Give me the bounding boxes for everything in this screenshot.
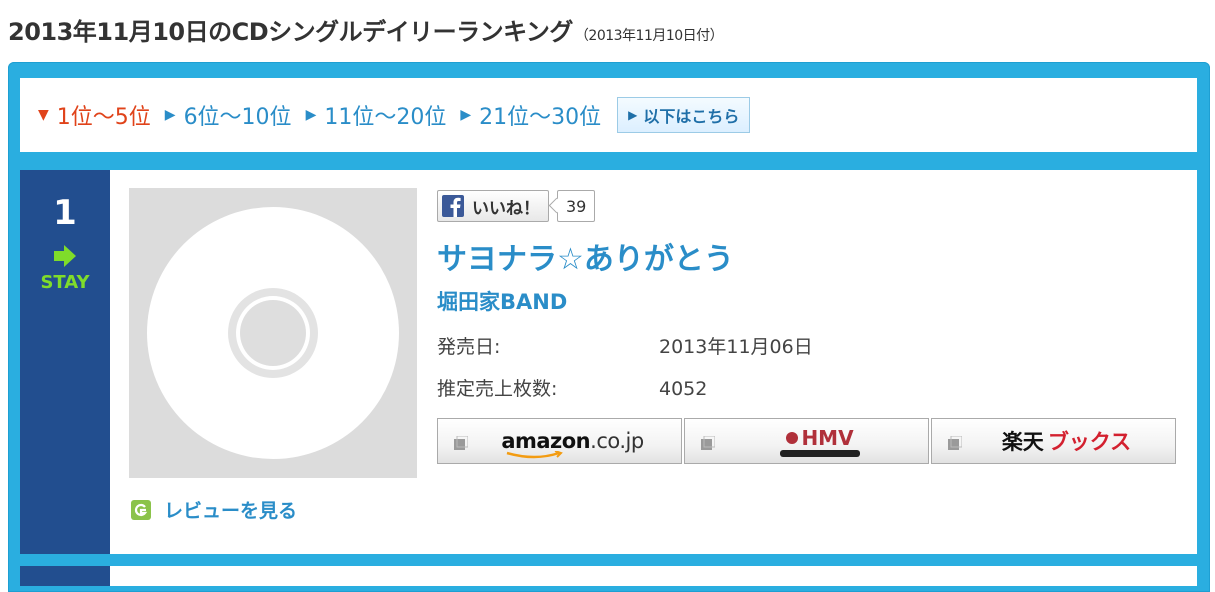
amazon-smile-icon — [506, 451, 564, 459]
artist-link[interactable]: 堀田家BAND — [437, 286, 567, 316]
rank-movement: STAY — [40, 272, 90, 293]
review-icon — [131, 499, 151, 520]
date-note: （2013年11月10日付） — [574, 28, 724, 44]
sales-value: 4052 — [659, 378, 708, 400]
more-ranks-button[interactable]: ▶ 以下はこちら — [617, 97, 751, 133]
tab-rank-6-10[interactable]: ▶ 6位〜10位 — [165, 99, 292, 131]
rakuten-button[interactable]: 楽天 ブックス — [931, 418, 1176, 464]
song-title-link[interactable]: サヨナラ☆ありがとう — [437, 234, 734, 278]
tab-label: 1位〜5位 — [56, 105, 151, 130]
caret-right-icon: ▶ — [628, 108, 638, 122]
page-title: 2013年11月10日のCDシングルデイリーランキング （2013年11月10日付… — [8, 12, 724, 47]
rakuten-logo-suffix: ブックス — [1047, 430, 1132, 454]
hmv-dog-icon — [786, 431, 799, 444]
cd-cover-image[interactable] — [129, 188, 417, 478]
external-link-icon — [454, 436, 468, 450]
next-entry-rank-column — [20, 566, 110, 586]
rank-number: 1 — [53, 193, 77, 233]
like-count: 39 — [557, 190, 596, 222]
external-link-icon — [948, 436, 962, 450]
external-link-icon — [701, 436, 715, 450]
amazon-logo-text: amazon — [501, 429, 591, 453]
review-link-label: レビューを見る — [164, 500, 298, 522]
tab-rank-1-5[interactable]: ▼ 1位〜5位 — [38, 99, 151, 131]
hmv-logo-text: HMV — [801, 425, 854, 450]
ranking-entry: 1 STAY レビューを見る いいね！ 39 サヨナラ☆ありがとう 堀田家BAN… — [20, 170, 1197, 554]
entry-content: レビューを見る いいね！ 39 サヨナラ☆ありがとう 堀田家BAND 発売日: 2… — [110, 170, 1197, 554]
amazon-logo-suffix: .co.jp — [590, 429, 644, 453]
page-title-text: 2013年11月10日のCDシングルデイリーランキング — [8, 18, 573, 46]
caret-right-icon: ▶ — [305, 107, 317, 123]
facebook-icon — [442, 195, 464, 217]
release-date-row: 発売日: 2013年11月06日 — [437, 332, 813, 359]
tab-label: 21位〜30位 — [479, 105, 602, 130]
rank-column: 1 STAY — [20, 170, 110, 554]
caret-down-icon: ▼ — [38, 107, 49, 123]
facebook-like: いいね！ 39 — [437, 190, 596, 222]
hmv-logo: HMV — [685, 426, 928, 457]
more-ranks-label: 以下はこちら — [643, 107, 740, 126]
sales-row: 推定売上枚数: 4052 — [437, 374, 707, 401]
rakuten-logo-text: 楽天 — [1001, 430, 1044, 454]
tab-label: 6位〜10位 — [183, 105, 292, 130]
tab-label: 11位〜20位 — [324, 105, 447, 130]
hmv-button[interactable]: HMV — [684, 418, 929, 464]
rank-range-tabs: ▼ 1位〜5位 ▶ 6位〜10位 ▶ 11位〜20位 ▶ 21位〜30位 ▶ 以… — [20, 78, 1197, 152]
arrow-right-icon — [54, 245, 76, 267]
release-date-label: 発売日: — [437, 336, 501, 358]
amazon-button[interactable]: amazon.co.jp — [437, 418, 682, 464]
next-entry-content — [110, 566, 1197, 586]
hmv-online-bar — [779, 449, 860, 457]
review-link[interactable]: レビューを見る — [130, 496, 297, 523]
caret-right-icon: ▶ — [460, 107, 472, 123]
rakuten-logo: 楽天 ブックス — [932, 426, 1175, 456]
sales-label: 推定売上枚数: — [437, 378, 558, 400]
facebook-like-button[interactable]: いいね！ — [437, 190, 549, 222]
tab-rank-21-30[interactable]: ▶ 21位〜30位 — [460, 99, 601, 131]
amazon-logo: amazon.co.jp — [438, 429, 681, 459]
tab-rank-11-20[interactable]: ▶ 11位〜20位 — [306, 99, 447, 131]
caret-right-icon: ▶ — [164, 107, 176, 123]
cd-disc-icon — [147, 207, 399, 459]
like-label: いいね！ — [472, 198, 540, 219]
release-date-value: 2013年11月06日 — [659, 336, 813, 358]
shop-buttons: amazon.co.jp HMV 楽天 ブックス — [437, 418, 1178, 464]
